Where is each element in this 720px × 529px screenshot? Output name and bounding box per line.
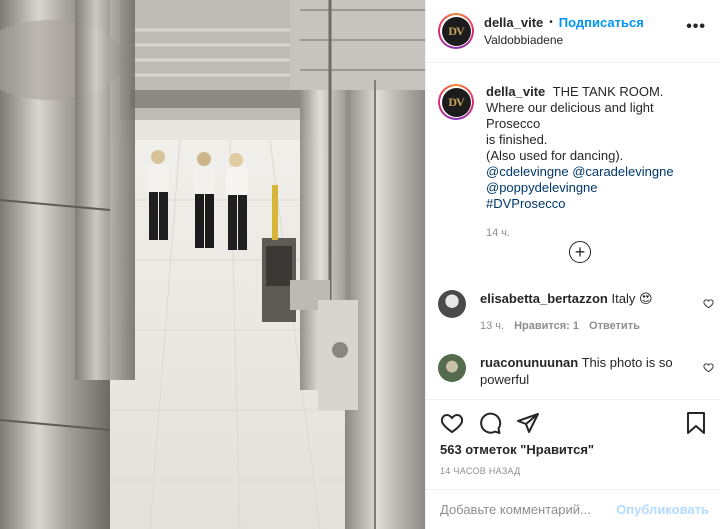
heart-icon[interactable] (703, 298, 714, 309)
post-header: DV della_vite • Подписаться Valdobbiaden… (426, 0, 720, 63)
comment-input[interactable] (440, 502, 617, 517)
instagram-post: DV della_vite • Подписаться Valdobbiaden… (0, 0, 720, 529)
commenter-username[interactable]: ruaconunuunan (480, 355, 578, 370)
add-comment-bar: Опубликовать (426, 489, 720, 529)
author-username[interactable]: della_vite (484, 15, 543, 30)
bookmark-icon[interactable] (685, 411, 707, 435)
caption-line: is finished. (486, 132, 548, 147)
commenter-username[interactable]: elisabetta_bertazzon (480, 291, 608, 306)
action-bar: 563 отметок "Нравится" 14 ЧАСОВ НАЗАД (426, 399, 720, 476)
post-photo[interactable] (0, 0, 425, 529)
comment-text: Italy 😍 (611, 291, 653, 306)
follow-button[interactable]: Подписаться (559, 15, 644, 30)
reply-button[interactable]: Ответить (589, 318, 640, 335)
tank-room-image (0, 0, 425, 529)
dv-logo: DV (441, 87, 471, 117)
plus-circle-icon[interactable]: + (569, 241, 591, 263)
more-icon[interactable]: ••• (686, 18, 706, 36)
caption-line: Where our delicious and light Prosecco (486, 100, 654, 131)
heart-icon[interactable] (440, 411, 464, 435)
caption-line: THE TANK ROOM. (552, 84, 664, 99)
dv-logo: DV (441, 16, 471, 46)
caption-avatar[interactable]: DV (438, 84, 474, 120)
comment-likes[interactable]: Нравится: 1 (514, 318, 579, 335)
commenter-avatar[interactable] (438, 290, 466, 318)
caption-line: (Also used for dancing). (486, 148, 624, 163)
author-avatar[interactable]: DV (438, 13, 474, 49)
separator-dot: • (549, 17, 553, 28)
heart-icon[interactable] (703, 362, 714, 373)
caption-username[interactable]: della_vite (486, 84, 545, 99)
comment-icon[interactable] (478, 411, 502, 435)
mention-link[interactable]: @cdelevingne @caradelevingne (486, 164, 704, 180)
share-icon[interactable] (516, 411, 540, 435)
comment-time: 13 ч. (480, 320, 505, 332)
caption: DV della_vite THE TANK ROOM. Where our d… (426, 63, 720, 241)
publish-button[interactable]: Опубликовать (616, 502, 709, 517)
comment-item: elisabetta_bertazzon Italy 😍 13 ч. Нрави… (438, 290, 714, 335)
post-date: 14 ЧАСОВ НАЗАД (440, 466, 521, 476)
hashtag-link[interactable]: #DVProsecco (486, 196, 704, 212)
mention-link[interactable]: @poppydelevingne (486, 180, 704, 196)
comment-item: ruaconunuunan This photo is so powerful (438, 354, 714, 388)
post-location[interactable]: Valdobbiadene (484, 33, 644, 47)
commenter-avatar[interactable] (438, 354, 466, 382)
post-side-panel: DV della_vite • Подписаться Valdobbiaden… (425, 0, 720, 529)
caption-time: 14 ч. (486, 227, 511, 239)
